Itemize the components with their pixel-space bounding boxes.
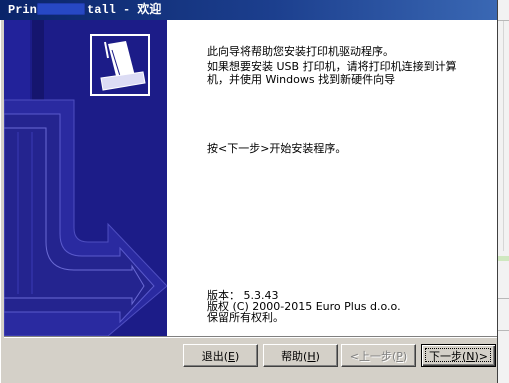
focus-rectangle bbox=[425, 348, 491, 362]
window-title-suffix: tall - 欢迎 bbox=[87, 3, 162, 17]
back-button[interactable]: <上一步(P) bbox=[341, 344, 416, 367]
background-divider bbox=[498, 298, 509, 299]
intro-text-line: 如果想要安装 USB 打印机，请将打印机连接到计算 bbox=[207, 60, 457, 73]
back-label-suffix: ) bbox=[402, 349, 408, 363]
intro-text-line: 此向导将帮助您安装打印机驱动程序。 bbox=[207, 45, 394, 58]
screen: Prin tall - 欢迎 此向导将帮助您安装打印机驱动程序。 如果想要安装 … bbox=[0, 0, 509, 383]
background-highlight-band bbox=[498, 256, 509, 261]
back-label-text: <上一步( bbox=[349, 349, 397, 363]
help-label-suffix: ) bbox=[315, 349, 320, 363]
instruction-text: 按<下一步>开始安装程序。 bbox=[207, 142, 347, 155]
background-divider bbox=[503, 21, 504, 251]
welcome-content: 此向导将帮助您安装打印机驱动程序。 如果想要安装 USB 打印机，请将打印机连接… bbox=[167, 20, 497, 336]
back-accelerator-key: P bbox=[396, 349, 403, 363]
intro-text-line: 机，并使用 Windows 找到新硬件向导 bbox=[207, 73, 396, 86]
window-title-prefix: Prin bbox=[8, 3, 37, 17]
next-button[interactable]: 下一步(N)> bbox=[421, 344, 496, 367]
exit-button-label: 退出(E) bbox=[202, 348, 240, 364]
exit-accelerator-key: E bbox=[228, 349, 235, 363]
title-redaction-mark bbox=[37, 3, 85, 15]
back-button-label: <上一步(P) bbox=[350, 348, 407, 364]
exit-label-text: 退出( bbox=[201, 349, 229, 363]
installer-wizard-dialog: Prin tall - 欢迎 此向导将帮助您安装打印机驱动程序。 如果想要安装 … bbox=[0, 0, 498, 383]
exit-button[interactable]: 退出(E) bbox=[183, 344, 258, 367]
help-button-label: 帮助(H) bbox=[281, 348, 320, 364]
help-label-text: 帮助( bbox=[281, 349, 308, 363]
exit-label-suffix: ) bbox=[234, 349, 240, 363]
rights-text: 保留所有权利。 bbox=[207, 311, 284, 324]
help-button[interactable]: 帮助(H) bbox=[263, 344, 338, 367]
button-area-separator bbox=[4, 336, 497, 338]
title-bar[interactable]: Prin tall - 欢迎 bbox=[0, 0, 497, 20]
banner-artwork bbox=[4, 20, 167, 336]
background-divider bbox=[498, 330, 509, 331]
wizard-side-banner bbox=[4, 20, 167, 336]
background-window-strip bbox=[498, 0, 509, 383]
help-accelerator-key: H bbox=[307, 349, 316, 363]
